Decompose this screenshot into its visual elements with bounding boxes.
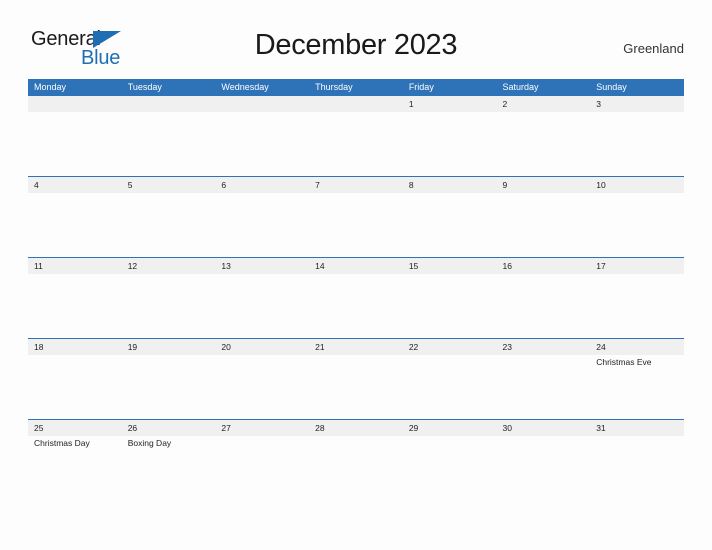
page-title: December 2023	[254, 29, 458, 61]
week-row: 4 5 6 7 8 9 10	[28, 176, 684, 257]
weekday-header-row: Monday Tuesday Wednesday Thursday Friday…	[28, 79, 684, 96]
week-row: 25 26 27 28 29 30 31 Christmas Day Boxin…	[28, 419, 684, 500]
day-number[interactable]: 3	[590, 96, 684, 112]
weekday-header-monday: Monday	[34, 82, 67, 92]
day-event	[497, 355, 591, 419]
day-event	[215, 112, 309, 176]
day-number[interactable]: 5	[122, 177, 216, 193]
week-day-number-band: 1 2 3	[28, 96, 684, 112]
week-day-number-band: 4 5 6 7 8 9 10	[28, 177, 684, 193]
day-event	[215, 274, 309, 338]
day-number[interactable]: 31	[590, 420, 684, 436]
day-event	[309, 355, 403, 419]
day-event	[122, 274, 216, 338]
day-event	[403, 193, 497, 257]
day-event	[497, 193, 591, 257]
day-number[interactable]: 26	[122, 420, 216, 436]
day-event-boxing-day: Boxing Day	[127, 438, 172, 448]
weekday-header-wednesday: Wednesday	[221, 82, 269, 92]
day-event	[403, 112, 497, 176]
day-number[interactable]: 10	[590, 177, 684, 193]
week-day-number-band: 25 26 27 28 29 30 31	[28, 420, 684, 436]
day-event	[28, 355, 122, 419]
day-number[interactable]: 6	[215, 177, 309, 193]
day-event	[403, 355, 497, 419]
week-row: 1 2 3	[28, 96, 684, 176]
day-event-christmas-day: Christmas Day	[34, 438, 90, 448]
week-row: 11 12 13 14 15 16 17	[28, 257, 684, 338]
day-event	[215, 193, 309, 257]
page-header: General Blue December 2023 Greenland	[0, 0, 712, 78]
calendar-grid: Monday Tuesday Wednesday Thursday Friday…	[28, 79, 684, 500]
day-number[interactable]: 15	[403, 258, 497, 274]
day-number[interactable]	[215, 96, 309, 112]
day-event	[590, 112, 684, 176]
day-event	[590, 274, 684, 338]
day-event	[309, 436, 403, 500]
day-event	[309, 193, 403, 257]
day-number[interactable]: 16	[497, 258, 591, 274]
week-event-band: Christmas Day Boxing Day	[28, 436, 684, 500]
day-event	[590, 193, 684, 257]
day-event	[122, 112, 216, 176]
day-number[interactable]: 2	[497, 96, 591, 112]
day-number[interactable]: 29	[403, 420, 497, 436]
day-number[interactable]: 9	[497, 177, 591, 193]
day-number[interactable]: 4	[28, 177, 122, 193]
weekday-header-saturday: Saturday	[502, 82, 539, 92]
day-number[interactable]: 24	[590, 339, 684, 355]
day-event	[28, 274, 122, 338]
day-number[interactable]: 30	[497, 420, 591, 436]
day-event	[215, 355, 309, 419]
day-event	[403, 274, 497, 338]
day-event	[215, 436, 309, 500]
day-event	[309, 274, 403, 338]
day-number[interactable]: 1	[403, 96, 497, 112]
day-event	[28, 193, 122, 257]
day-number[interactable]: 28	[309, 420, 403, 436]
day-number[interactable]: 11	[28, 258, 122, 274]
day-number[interactable]	[122, 96, 216, 112]
day-event	[403, 436, 497, 500]
day-number[interactable]	[28, 96, 122, 112]
week-event-band	[28, 112, 684, 176]
day-number[interactable]: 13	[215, 258, 309, 274]
day-number[interactable]	[309, 96, 403, 112]
week-event-band: Christmas Eve	[28, 355, 684, 419]
day-number[interactable]: 19	[122, 339, 216, 355]
week-event-band	[28, 274, 684, 338]
week-row: 18 19 20 21 22 23 24 Christmas Eve	[28, 338, 684, 419]
day-number[interactable]: 22	[403, 339, 497, 355]
weekday-header-friday: Friday	[408, 82, 434, 92]
region-label: Greenland	[623, 41, 684, 56]
day-number[interactable]: 23	[497, 339, 591, 355]
day-number[interactable]: 7	[309, 177, 403, 193]
weekday-header-sunday: Sunday	[596, 82, 627, 92]
day-event	[590, 436, 684, 500]
week-day-number-band: 11 12 13 14 15 16 17	[28, 258, 684, 274]
day-event	[122, 193, 216, 257]
weekday-header-tuesday: Tuesday	[127, 82, 162, 92]
day-event	[497, 436, 591, 500]
day-number[interactable]: 12	[122, 258, 216, 274]
day-event	[497, 112, 591, 176]
day-event	[309, 112, 403, 176]
weekday-header-thursday: Thursday	[315, 82, 353, 92]
day-number[interactable]: 17	[590, 258, 684, 274]
day-number[interactable]: 18	[28, 339, 122, 355]
week-day-number-band: 18 19 20 21 22 23 24	[28, 339, 684, 355]
day-event	[28, 112, 122, 176]
day-number[interactable]: 20	[215, 339, 309, 355]
day-number[interactable]: 21	[309, 339, 403, 355]
calendar-page: General Blue December 2023 Greenland Mon…	[0, 0, 712, 550]
day-event	[122, 355, 216, 419]
day-number[interactable]: 14	[309, 258, 403, 274]
day-event-christmas-eve: Christmas Eve	[596, 357, 652, 367]
day-event	[497, 274, 591, 338]
day-number[interactable]: 8	[403, 177, 497, 193]
day-number[interactable]: 25	[28, 420, 122, 436]
week-event-band	[28, 193, 684, 257]
day-number[interactable]: 27	[215, 420, 309, 436]
